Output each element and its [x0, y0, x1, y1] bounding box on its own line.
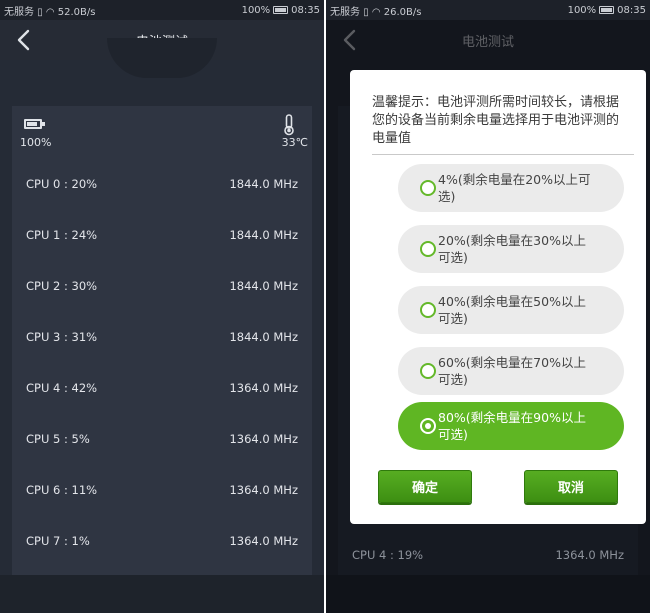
- battery-level-dialog: 温馨提示：电池评测所需时间较长，请根据您的设备当前剩余电量选择用于电池评测的电量…: [350, 70, 646, 524]
- radio-icon[interactable]: [420, 241, 436, 257]
- temperature: 33℃: [281, 136, 308, 149]
- option-80-percent[interactable]: 80%(剩余电量在90%以上可选): [398, 402, 624, 450]
- battery-percent: 100%: [20, 136, 52, 149]
- cpu-row: CPU 3 : 31% 1844.0 MHz: [12, 311, 312, 362]
- radio-icon[interactable]: [420, 363, 436, 379]
- status-battery-percent: 100%: [241, 4, 271, 16]
- radio-selected-icon[interactable]: [420, 418, 436, 434]
- cpu-frequency: 1364.0 MHz: [229, 380, 298, 395]
- cpu-label: CPU 7 : 1%: [26, 533, 90, 548]
- option-20-percent[interactable]: 20%(剩余电量在30%以上可选): [398, 225, 624, 273]
- cpu-frequency: 1364.0 MHz: [229, 533, 298, 548]
- radio-icon[interactable]: [420, 302, 436, 318]
- status-bar: 无服务 ▯ ◠ 52.0B/s 100% 08:35: [0, 0, 324, 20]
- gauge-arc: [107, 38, 217, 78]
- background-cpu-row: CPU 4 : 19% 1364.0 MHz: [352, 548, 624, 562]
- cpu-frequency: 1364.0 MHz: [229, 431, 298, 446]
- sim-icon: ▯: [363, 6, 372, 18]
- wifi-icon: ◠: [371, 6, 384, 18]
- status-right: 100% 08:35: [568, 5, 646, 16]
- battery-icon: [24, 119, 45, 129]
- cpu-row: CPU 2 : 30% 1844.0 MHz: [12, 260, 312, 311]
- cpu-frequency: 1364.0 MHz: [555, 548, 624, 562]
- sim-icon: ▯: [37, 6, 46, 18]
- cancel-button[interactable]: 取消: [524, 470, 618, 503]
- dialog-message: 温馨提示：电池评测所需时间较长，请根据您的设备当前剩余电量选择用于电池评测的电量…: [372, 95, 620, 146]
- cpu-row: CPU 5 : 5% 1364.0 MHz: [12, 413, 312, 464]
- status-time: 08:35: [291, 4, 320, 16]
- radio-icon[interactable]: [420, 180, 436, 196]
- status-right: 100% 08:35: [242, 5, 320, 16]
- option-label: 80%(剩余电量在90%以上可选): [438, 410, 586, 442]
- option-label: 4%(剩余电量在20%以上可选): [438, 172, 591, 204]
- cpu-label: CPU 6 : 11%: [26, 482, 98, 497]
- status-bar: 无服务 ▯ ◠ 26.0B/s 100% 08:35: [326, 0, 650, 20]
- left-screen: 无服务 ▯ ◠ 52.0B/s 100% 08:35 电池测试 100% 33℃: [0, 0, 324, 613]
- thermometer-icon: [284, 114, 294, 136]
- cpu-frequency: 1844.0 MHz: [229, 227, 298, 242]
- carrier-text: 无服务: [330, 6, 360, 18]
- option-label: 60%(剩余电量在70%以上可选): [438, 355, 586, 387]
- cpu-label: CPU 3 : 31%: [26, 329, 98, 344]
- cpu-panel: 100% 33℃ CPU 0 : 20% 1844.0 MHz CPU 1 : …: [12, 106, 312, 575]
- option-label: 20%(剩余电量在30%以上可选): [438, 233, 586, 265]
- wifi-icon: ◠: [45, 6, 58, 18]
- cpu-label: CPU 0 : 20%: [26, 176, 98, 191]
- cpu-label: CPU 5 : 5%: [26, 431, 90, 446]
- cpu-row: CPU 6 : 11% 1364.0 MHz: [12, 464, 312, 515]
- cpu-frequency: 1364.0 MHz: [229, 482, 298, 497]
- right-screen: 无服务 ▯ ◠ 26.0B/s 100% 08:35 电池测试 CPU 4 : …: [326, 0, 650, 613]
- status-battery-percent: 100%: [567, 4, 597, 16]
- cpu-row: CPU 7 : 1% 1364.0 MHz: [12, 515, 312, 566]
- option-60-percent[interactable]: 60%(剩余电量在70%以上可选): [398, 347, 624, 395]
- cpu-frequency: 1844.0 MHz: [229, 278, 298, 293]
- status-battery-icon: [273, 6, 289, 14]
- status-left: 无服务 ▯ ◠ 26.0B/s: [330, 3, 422, 18]
- dialog-divider: [372, 154, 634, 155]
- status-left: 无服务 ▯ ◠ 52.0B/s: [4, 3, 96, 18]
- cpu-frequency: 1844.0 MHz: [229, 329, 298, 344]
- network-speed: 26.0B/s: [383, 6, 422, 18]
- back-arrow-icon[interactable]: [10, 26, 36, 54]
- option-label: 40%(剩余电量在50%以上可选): [438, 294, 586, 326]
- bottom-bar: [0, 575, 324, 613]
- status-battery-icon: [599, 6, 615, 14]
- carrier-text: 无服务: [4, 6, 34, 18]
- cpu-row: CPU 1 : 24% 1844.0 MHz: [12, 209, 312, 260]
- panel-header: 100% 33℃: [12, 106, 312, 158]
- option-4-percent[interactable]: 4%(剩余电量在20%以上可选): [398, 164, 624, 212]
- status-time: 08:35: [617, 4, 646, 16]
- confirm-button[interactable]: 确定: [378, 470, 472, 503]
- cpu-label: CPU 1 : 24%: [26, 227, 98, 242]
- cpu-label: CPU 4 : 19%: [352, 548, 424, 562]
- cpu-row: CPU 0 : 20% 1844.0 MHz: [12, 158, 312, 209]
- cpu-label: CPU 4 : 42%: [26, 380, 98, 395]
- option-40-percent[interactable]: 40%(剩余电量在50%以上可选): [398, 286, 624, 334]
- cpu-frequency: 1844.0 MHz: [229, 176, 298, 191]
- cpu-row: CPU 4 : 42% 1364.0 MHz: [12, 362, 312, 413]
- cpu-label: CPU 2 : 30%: [26, 278, 98, 293]
- network-speed: 52.0B/s: [57, 6, 96, 18]
